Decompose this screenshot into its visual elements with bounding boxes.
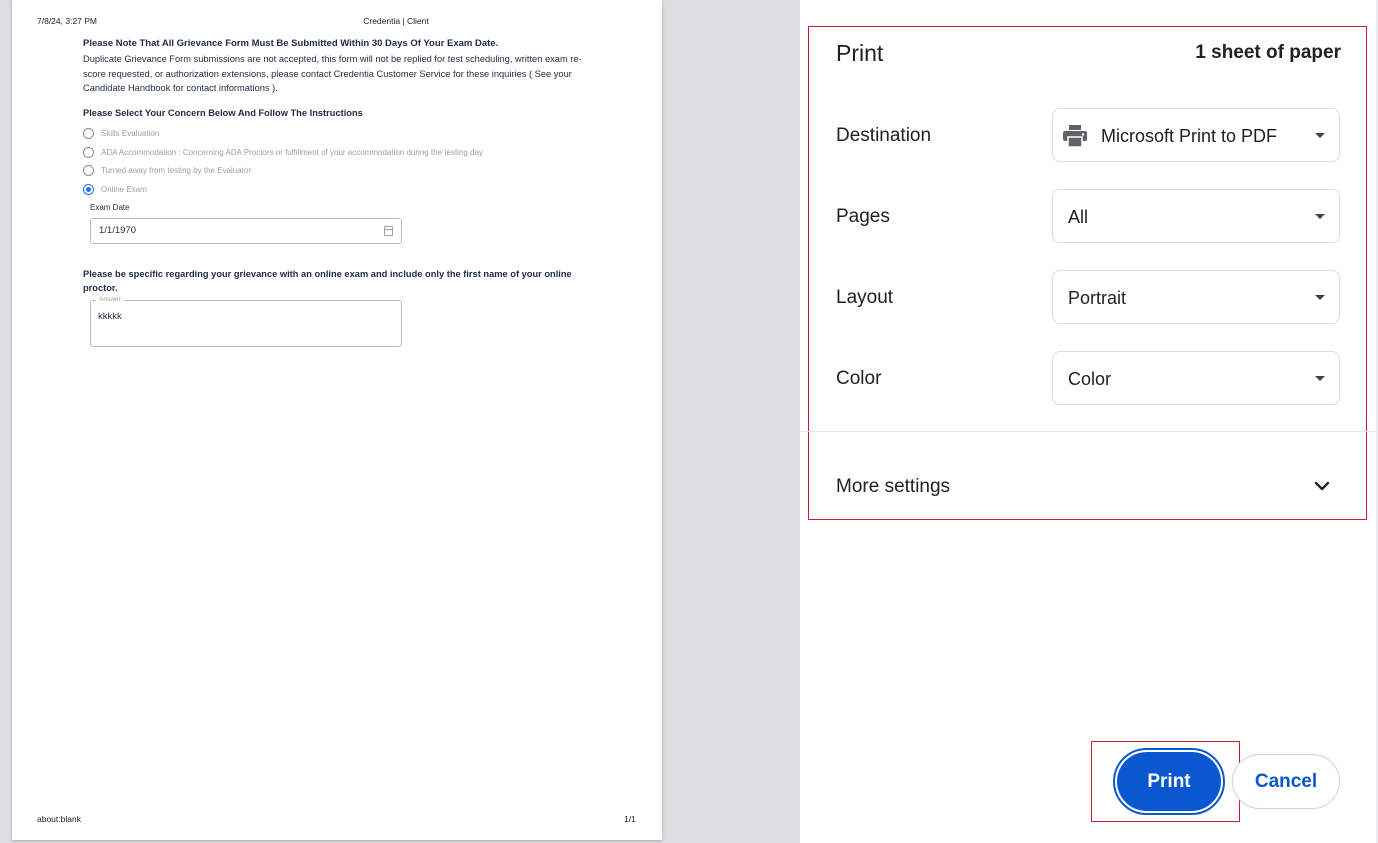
page-header-title: Credentia | Client [363, 16, 429, 26]
layout-select[interactable]: Portrait [1052, 270, 1340, 324]
pages-value: All [1068, 207, 1089, 227]
sheet-count: 1 sheet of paper [1195, 42, 1341, 63]
destination-value: Microsoft Print to PDF [1101, 126, 1278, 146]
color-value: Color [1068, 369, 1112, 389]
dropdown-arrow-icon [1315, 376, 1325, 381]
printer-icon [1063, 125, 1087, 147]
radio-unchecked-icon [83, 146, 94, 158]
radio-option-turned-away: Turned away from testing by the Evaluato… [83, 163, 251, 177]
radio-option-online-exam: Online Exam [83, 182, 147, 196]
exam-date-value: 1/1/1970 [99, 225, 136, 236]
print-dialog-title: Print [836, 40, 884, 66]
layout-label: Layout [836, 287, 894, 308]
answer-label: Answer [96, 296, 124, 303]
cancel-button[interactable]: Cancel [1232, 754, 1340, 809]
grievance-note-title: Please Note That All Grievance Form Must… [83, 38, 499, 49]
radio-option-label: ADA Accommodation : Concerning ADA Proct… [101, 147, 483, 157]
color-select[interactable]: Color [1052, 351, 1340, 405]
radio-option-label: Online Exam [101, 184, 147, 194]
answer-value: kkkkk [98, 311, 122, 322]
concern-section-title: Please Select Your Concern Below And Fol… [83, 108, 363, 118]
section-divider [800, 431, 1376, 432]
grievance-note-body: Duplicate Grievance Form submissions are… [83, 54, 582, 93]
radio-option-skills: Skills Evaluation [83, 126, 159, 140]
destination-label: Destination [836, 125, 932, 146]
pages-select[interactable]: All [1052, 189, 1340, 243]
layout-value: Portrait [1068, 288, 1127, 308]
color-label: Color [836, 368, 882, 389]
destination-select[interactable]: Microsoft Print to PDF [1052, 108, 1340, 162]
exam-date-field: 1/1/1970 [90, 218, 402, 244]
print-settings-panel: Print 1 sheet of paper Destination Micro… [800, 0, 1378, 843]
answer-field: Answer kkkkk [90, 296, 402, 347]
print-button[interactable]: Print [1113, 748, 1225, 815]
more-settings-toggle[interactable]: More settings [836, 476, 950, 498]
radio-option-label: Turned away from testing by the Evaluato… [101, 165, 251, 175]
dropdown-arrow-icon [1315, 295, 1325, 300]
chevron-down-icon[interactable] [1313, 477, 1331, 495]
pages-label: Pages [836, 206, 890, 227]
radio-option-ada: ADA Accommodation : Concerning ADA Proct… [83, 145, 483, 159]
radio-unchecked-icon [83, 127, 94, 139]
exam-date-label: Exam Date [90, 203, 130, 212]
grievance-question: Please be specific regarding your grieva… [83, 269, 572, 293]
radio-option-label: Skills Evaluation [101, 128, 160, 138]
radio-unchecked-icon [83, 164, 94, 176]
calendar-icon [384, 226, 393, 236]
dropdown-arrow-icon [1315, 133, 1325, 138]
page-footer-url: about:blank [37, 814, 81, 824]
dropdown-arrow-icon [1315, 214, 1325, 219]
page-footer-page-number: 1/1 [624, 814, 636, 824]
print-preview-area[interactable]: 7/8/24, 3:27 PM Credentia | Client Pleas… [0, 0, 800, 843]
preview-page: 7/8/24, 3:27 PM Credentia | Client Pleas… [12, 0, 662, 840]
print-button-label: Print [1117, 752, 1221, 811]
radio-checked-icon [83, 183, 94, 195]
